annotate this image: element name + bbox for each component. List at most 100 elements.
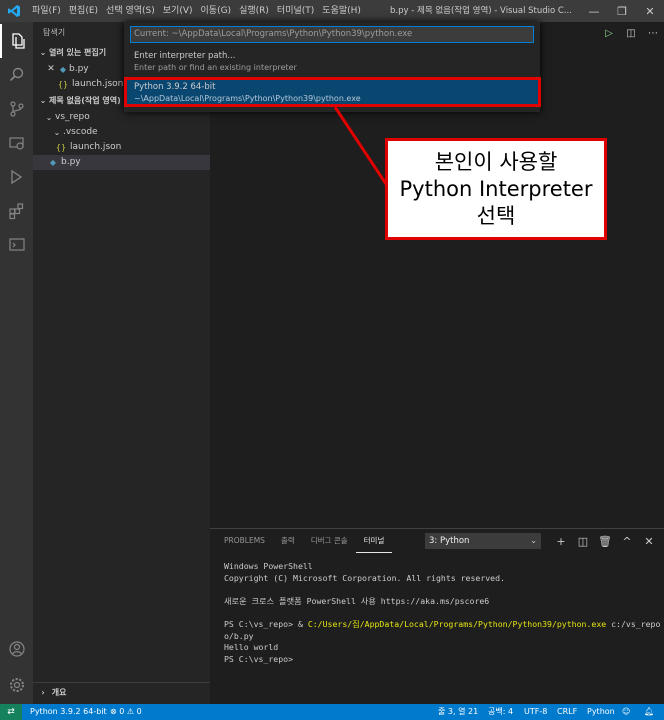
annotation-line: Python Interpreter bbox=[399, 176, 593, 201]
terminal-select[interactable]: 3: Python ⌄ bbox=[425, 533, 541, 549]
chevron-right-icon: › bbox=[41, 688, 45, 697]
terminal-line: Windows PowerShell bbox=[224, 561, 313, 571]
tree-item-label: .vscode bbox=[63, 127, 98, 137]
maximize-panel-icon[interactable]: ^ bbox=[616, 535, 638, 548]
account-icon[interactable] bbox=[0, 632, 33, 666]
minimize-icon[interactable]: — bbox=[580, 0, 608, 22]
extensions-icon[interactable] bbox=[0, 194, 33, 228]
terminal-output[interactable]: Windows PowerShell Copyright (C) Microso… bbox=[224, 561, 660, 665]
open-editors-label: 열려 있는 편집기 bbox=[49, 48, 107, 57]
terminal-select-value: 3: Python bbox=[429, 536, 470, 546]
tab-output[interactable]: 출력 bbox=[273, 529, 303, 553]
feedback-icon[interactable]: ☺ bbox=[622, 704, 630, 720]
open-editor-label: launch.json . bbox=[72, 79, 130, 89]
run-file-icon[interactable]: ▷ bbox=[598, 28, 620, 39]
new-terminal-icon[interactable]: + bbox=[550, 535, 572, 548]
menu-file[interactable]: 파일(F) bbox=[28, 0, 65, 22]
panel-actions: + ◫ 🗑 ^ ✕ bbox=[550, 529, 660, 553]
annotation-line: 선택 bbox=[476, 203, 516, 228]
tree-item-label: b.py bbox=[61, 157, 81, 167]
explorer-sidebar: 탐색기 ⌄ 열려 있는 편집기 ✕ ◆ b.py {} launch.json … bbox=[33, 22, 210, 704]
outline-label: 개요 bbox=[51, 688, 67, 697]
chevron-down-icon: ⌄ bbox=[45, 113, 53, 122]
command-path: C:/Users/집/AppData/Local/Programs/Python… bbox=[307, 618, 607, 629]
split-terminal-icon[interactable]: ◫ bbox=[572, 535, 594, 548]
editor-actions: ▷ ◫ ⋯ bbox=[598, 22, 664, 44]
terminal-line: PS C:\vs_repo> bbox=[224, 653, 294, 664]
terminal-line: o/b.py bbox=[224, 630, 254, 641]
remote-icon[interactable]: ⇄ bbox=[0, 704, 22, 720]
python-file-icon: ◆ bbox=[49, 158, 57, 167]
more-actions-icon[interactable]: ⋯ bbox=[642, 28, 664, 39]
menu-help[interactable]: 도움말(H) bbox=[318, 0, 365, 22]
search-icon[interactable] bbox=[0, 58, 33, 92]
terminal-line: Copyright (C) Microsoft Corporation. All… bbox=[224, 572, 505, 583]
highlight-box bbox=[124, 77, 541, 107]
tree-file-launch-json[interactable]: {} launch.json bbox=[33, 140, 210, 155]
command-arg: c:/vs_repo bbox=[606, 618, 661, 629]
close-icon[interactable]: ✕ bbox=[45, 62, 57, 77]
activity-bar bbox=[0, 22, 33, 704]
tab-terminal[interactable]: 터미널 bbox=[355, 530, 393, 553]
menu-selection[interactable]: 선택 영역(S) bbox=[102, 0, 159, 22]
title-bar: 파일(F) 편집(E) 선택 영역(S) 보기(V) 이동(G) 실행(R) 터… bbox=[0, 0, 664, 22]
menu-terminal[interactable]: 터미널(T) bbox=[273, 0, 318, 22]
explorer-icon[interactable] bbox=[0, 24, 33, 58]
terminal-line: 새로운 크로스 플랫폼 PowerShell 사용 https://aka.ms… bbox=[224, 595, 490, 606]
bottom-panel: PROBLEMS 출력 디버그 콘솔 터미널 3: Python ⌄ + ◫ 🗑… bbox=[210, 528, 664, 704]
menu-view[interactable]: 보기(V) bbox=[159, 0, 197, 22]
tab-problems[interactable]: PROBLEMS bbox=[216, 529, 273, 553]
tab-debug-console[interactable]: 디버그 콘솔 bbox=[303, 529, 356, 553]
close-panel-icon[interactable]: ✕ bbox=[638, 535, 660, 548]
status-language[interactable]: Python bbox=[587, 704, 615, 720]
window-title: b.py - 제목 없음(작업 영역) - Visual Studio C... bbox=[390, 6, 572, 16]
menu-edit[interactable]: 편집(E) bbox=[65, 0, 102, 22]
status-bar: ⇄ Python 3.9.2 64-bit ⊗ 0 ⚠ 0 줄 3, 열 21 … bbox=[0, 704, 664, 720]
item-label: Enter interpreter path... bbox=[134, 51, 236, 61]
source-control-icon[interactable] bbox=[0, 92, 33, 126]
trash-icon[interactable]: 🗑 bbox=[594, 535, 616, 548]
vscode-logo-icon bbox=[0, 0, 28, 22]
run-debug-icon[interactable] bbox=[0, 126, 33, 160]
status-cursor-position[interactable]: 줄 3, 열 21 bbox=[438, 704, 478, 720]
status-eol[interactable]: CRLF bbox=[557, 704, 577, 720]
status-encoding[interactable]: UTF-8 bbox=[524, 704, 547, 720]
tree-folder-vscode[interactable]: ⌄ .vscode bbox=[33, 125, 210, 140]
status-indentation[interactable]: 공백: 4 bbox=[488, 704, 513, 720]
chevron-down-icon: ⌄ bbox=[39, 96, 47, 105]
item-detail: Enter path or find an existing interpret… bbox=[134, 63, 297, 72]
enter-interpreter-path-item[interactable]: Enter interpreter path... Enter path or … bbox=[124, 50, 540, 76]
run-icon[interactable] bbox=[0, 160, 33, 194]
python-file-icon: ◆ bbox=[59, 65, 67, 74]
prompt-text: PS C:\vs_repo> & bbox=[224, 618, 308, 629]
settings-gear-icon[interactable] bbox=[0, 668, 33, 702]
interpreter-search-input[interactable]: Current: ~\AppData\Local\Programs\Python… bbox=[130, 26, 534, 43]
terminal-line: Hello world bbox=[224, 642, 279, 653]
close-icon[interactable]: ✕ bbox=[636, 0, 664, 22]
window-controls: — ❐ ✕ bbox=[580, 0, 664, 22]
status-problems[interactable]: ⊗ 0 ⚠ 0 bbox=[110, 704, 142, 720]
annotation-line: 본인이 사용할 bbox=[434, 149, 558, 174]
json-file-icon: {} bbox=[57, 80, 69, 89]
notifications-bell-icon[interactable]: 🔔︎ bbox=[644, 704, 654, 720]
open-editor-label: b.py bbox=[69, 64, 89, 74]
outline-header[interactable]: › 개요 bbox=[33, 682, 210, 704]
restore-icon[interactable]: ❐ bbox=[608, 0, 636, 22]
menu-bar: 파일(F) 편집(E) 선택 영역(S) 보기(V) 이동(G) 실행(R) 터… bbox=[28, 0, 365, 22]
menu-run[interactable]: 실행(R) bbox=[235, 0, 273, 22]
chevron-down-icon: ⌄ bbox=[39, 48, 47, 57]
json-file-icon: {} bbox=[55, 143, 67, 152]
tree-item-label: launch.json bbox=[70, 142, 122, 152]
tree-item-label: vs_repo bbox=[55, 112, 90, 122]
tree-folder-vs-repo[interactable]: ⌄ vs_repo bbox=[33, 110, 210, 125]
terminal-command-line: PS C:\vs_repo> & C:/Users/집/AppData/Loca… bbox=[224, 619, 660, 631]
workspace-label: 제목 없음(작업 영역) bbox=[49, 96, 121, 105]
chevron-down-icon: ⌄ bbox=[530, 536, 537, 545]
remote-explorer-icon[interactable] bbox=[0, 228, 33, 262]
menu-go[interactable]: 이동(G) bbox=[197, 0, 236, 22]
tree-file-bpy[interactable]: ◆ b.py bbox=[33, 155, 210, 170]
status-interpreter[interactable]: Python 3.9.2 64-bit bbox=[30, 704, 107, 720]
split-editor-icon[interactable]: ◫ bbox=[620, 28, 642, 39]
annotation-callout: 본인이 사용할 Python Interpreter 선택 bbox=[385, 138, 607, 240]
chevron-down-icon: ⌄ bbox=[53, 128, 61, 137]
